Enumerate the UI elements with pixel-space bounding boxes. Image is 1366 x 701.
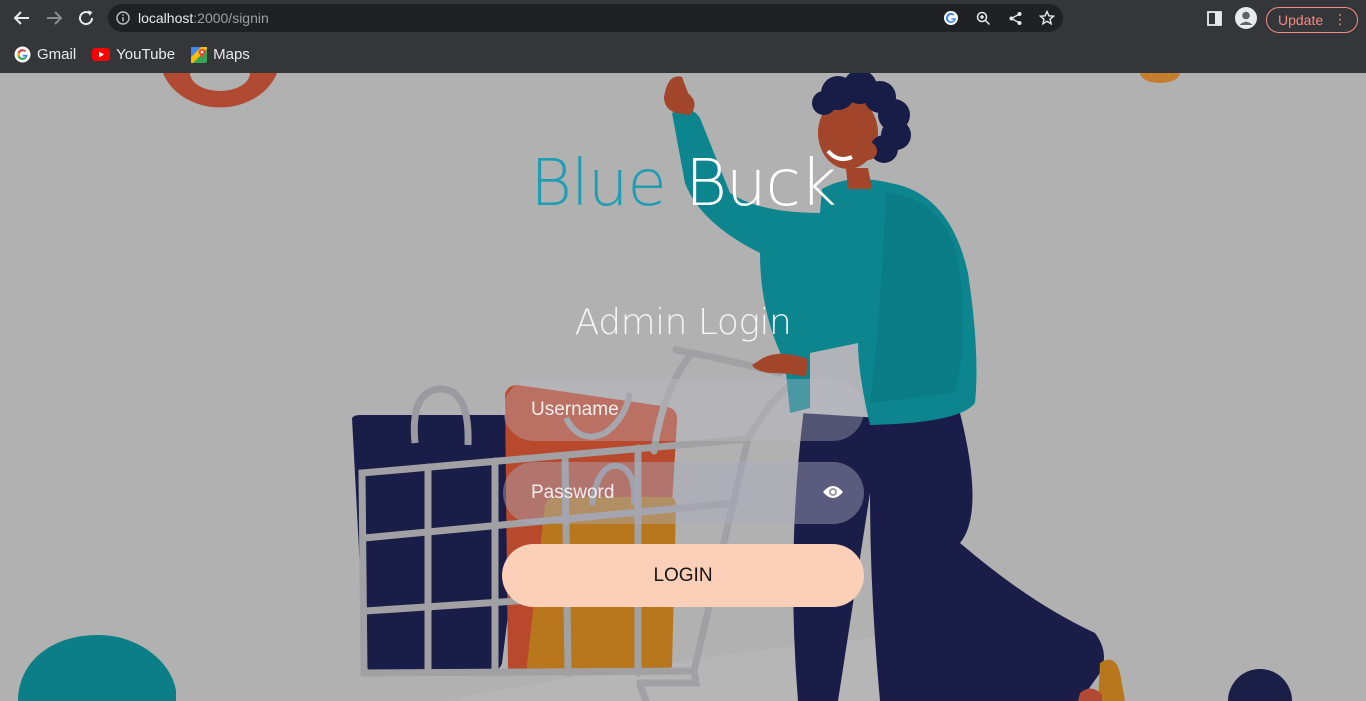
username-field[interactable] [503,379,864,441]
person-raised-hand [664,76,695,115]
login-button[interactable]: LOGIN [502,544,864,607]
google-lens-icon[interactable] [935,4,967,32]
signin-page: Blue Buck Admin Login LOGIN [0,73,1366,701]
brand-title: Blue Buck [0,147,1366,221]
navy-bag [352,415,532,671]
forward-arrow-icon [47,11,63,25]
bookmark-label: Gmail [37,46,77,63]
brand-word-blue: Blue [530,147,667,221]
reload-button[interactable] [70,2,102,34]
decor-gold-arc [1140,73,1180,83]
bookmarks-bar: Gmail YouTube Maps [0,36,1366,74]
decor-navy-circle [1228,669,1292,701]
share-icon[interactable] [999,4,1031,32]
browser-toolbar: localhost:2000/signin Update ⋮ [0,0,1366,36]
zoom-icon[interactable] [967,4,999,32]
decor-teal-circle [18,635,176,701]
back-arrow-icon [13,11,29,25]
url-path: :2000/signin [193,10,269,26]
reload-icon [79,10,94,26]
username-input[interactable] [529,398,813,422]
update-label: Update [1278,12,1324,28]
password-input[interactable] [529,481,813,505]
bookmark-maps[interactable]: Maps [191,46,250,63]
update-button[interactable]: Update ⋮ [1266,7,1358,33]
address-bar[interactable]: localhost:2000/signin [108,4,1063,32]
url-host: localhost [138,10,194,26]
bookmark-label: YouTube [116,46,176,63]
profile-avatar-icon[interactable] [1232,4,1260,32]
gmail-icon [14,46,31,63]
forward-button[interactable] [38,2,70,34]
back-button[interactable] [6,2,38,34]
show-password-eye-icon[interactable] [822,483,844,506]
more-menu-icon[interactable]: ⋮ [1333,11,1347,28]
youtube-icon [92,48,111,61]
bookmark-gmail[interactable]: Gmail [14,46,76,63]
bookmark-youtube[interactable]: YouTube [92,46,175,63]
bookmark-label: Maps [213,46,250,63]
maps-icon [191,46,208,63]
side-panel-icon[interactable] [1196,4,1232,32]
bookmark-star-icon[interactable] [1031,4,1063,32]
password-field[interactable] [503,462,864,524]
admin-login-heading: Admin Login [574,302,792,343]
brand-word-buck: Buck [685,147,837,221]
site-info-icon[interactable] [108,11,138,25]
